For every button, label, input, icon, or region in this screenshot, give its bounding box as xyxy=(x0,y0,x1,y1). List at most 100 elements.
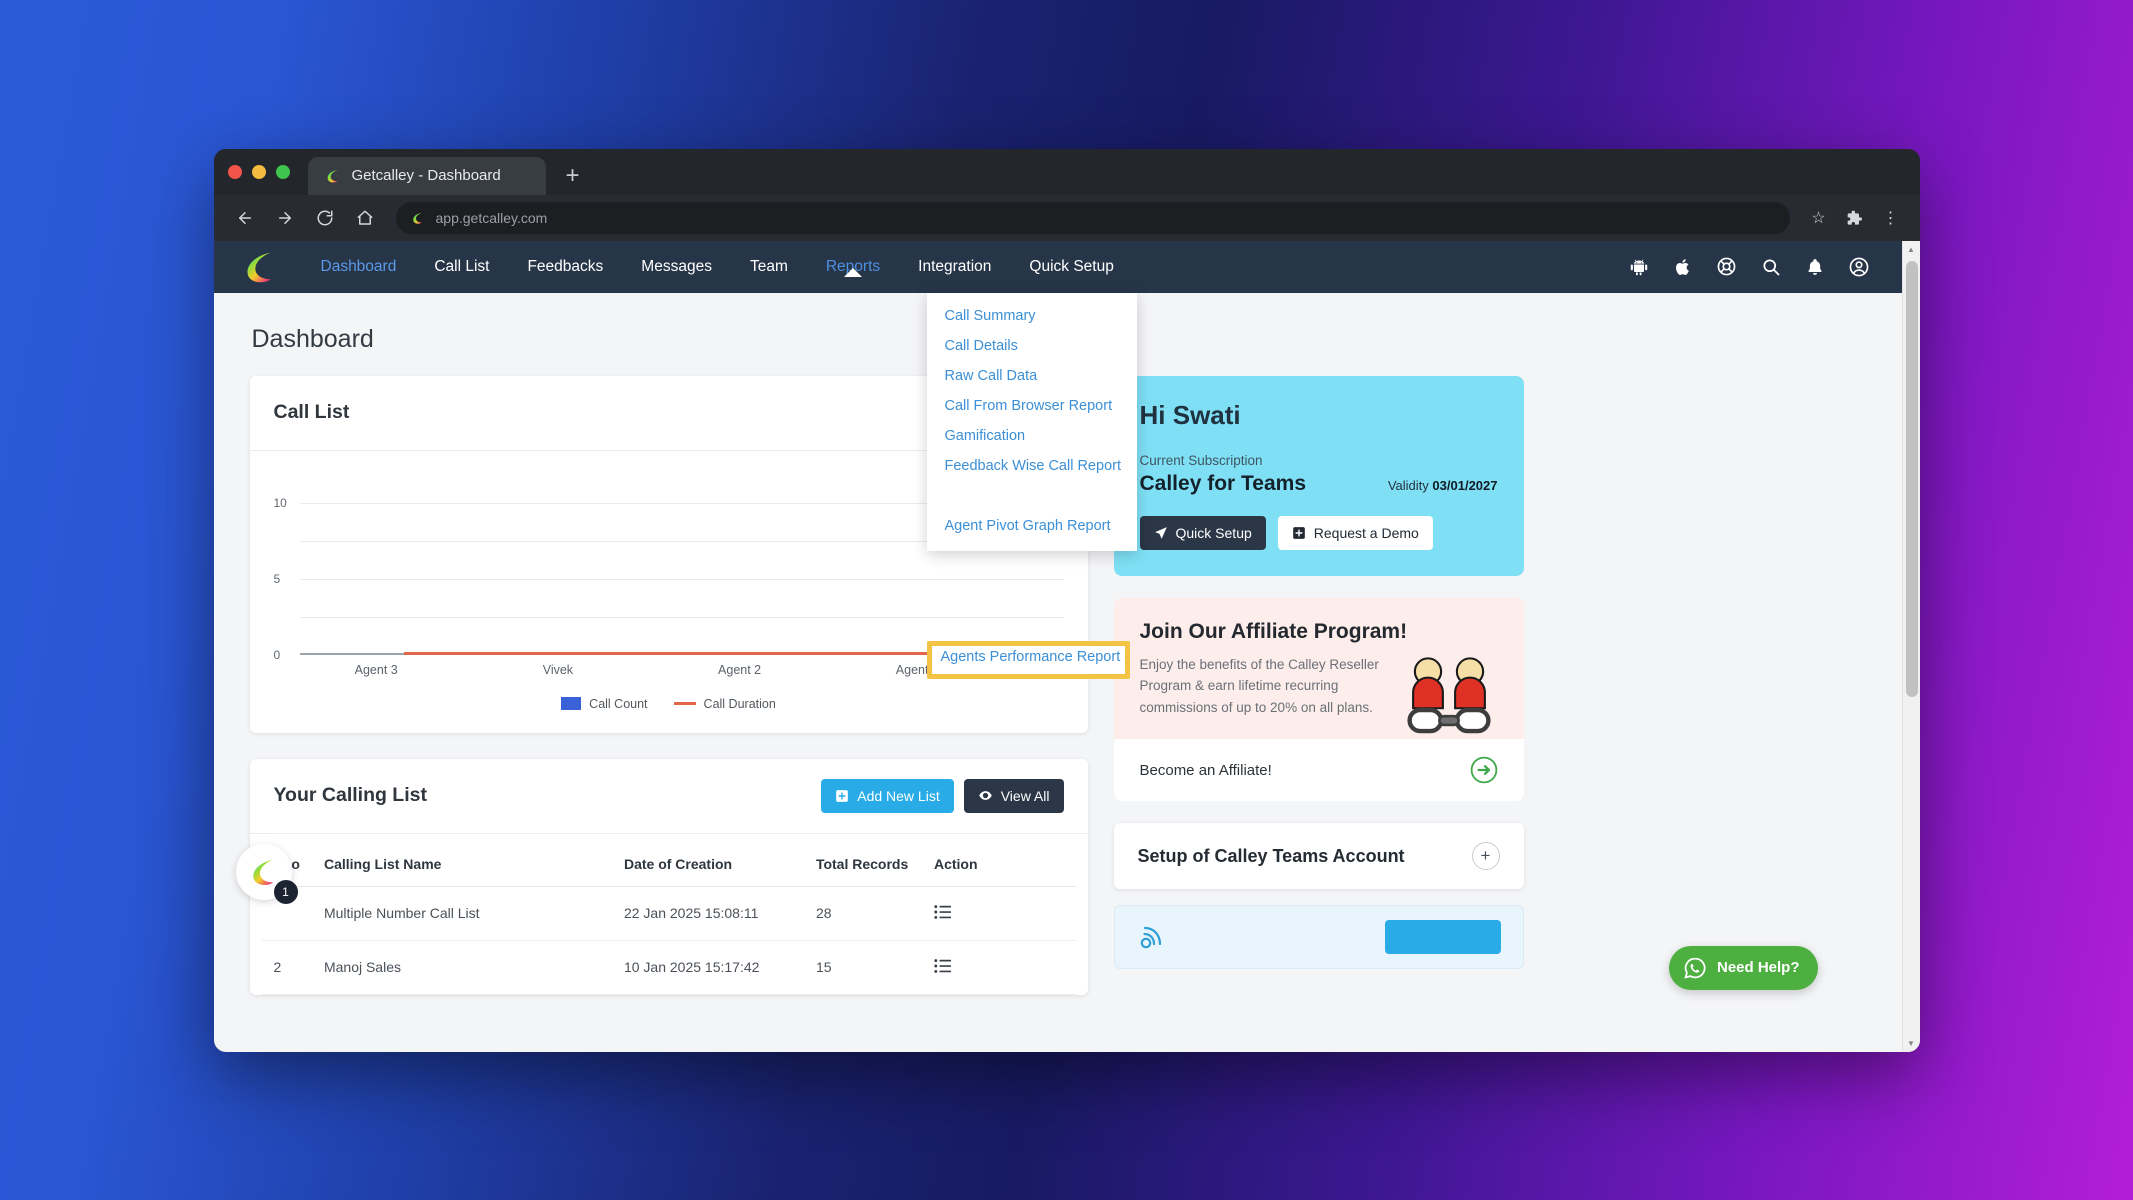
calling-list-title: Your Calling List xyxy=(273,784,427,806)
view-all-label: View All xyxy=(1000,787,1050,804)
broadcast-icon xyxy=(1140,926,1161,949)
apple-icon[interactable] xyxy=(1672,256,1694,278)
maximize-window-button[interactable] xyxy=(275,164,290,179)
validity: Validity 03/01/2027 xyxy=(1388,478,1498,493)
close-window-button[interactable] xyxy=(227,164,242,179)
page-scrollbar[interactable]: ▲ ▼ xyxy=(1901,240,1920,1052)
add-new-list-button[interactable]: Add New List xyxy=(821,778,954,813)
expand-plus-icon[interactable]: + xyxy=(1471,842,1500,871)
promo-card xyxy=(1113,905,1524,970)
affiliate-card: Join Our Affiliate Program! Enjoy the be… xyxy=(1113,597,1524,802)
web-page: Dashboard Call List Feedbacks Messages T… xyxy=(213,240,1902,1052)
dropdown-item-call-details[interactable]: Call Details xyxy=(927,331,1137,361)
affiliate-card-footer[interactable]: Become an Affiliate! xyxy=(1113,739,1524,802)
scroll-up-arrow[interactable]: ▲ xyxy=(1903,241,1920,258)
table-head: Sno Calling List Name Date of Creation T… xyxy=(261,841,1076,887)
nav-item-messages[interactable]: Messages xyxy=(622,258,731,276)
scroll-down-arrow[interactable]: ▼ xyxy=(1903,1035,1920,1052)
legend-label-call-count: Call Count xyxy=(589,696,648,711)
call-list-title: Call List xyxy=(273,401,350,423)
calley-floating-badge[interactable]: 1 xyxy=(235,843,298,904)
legend-item-call-duration[interactable]: Call Duration xyxy=(673,697,776,711)
forward-button[interactable] xyxy=(268,201,302,235)
list-menu-icon[interactable] xyxy=(934,904,952,920)
site-favicon xyxy=(412,212,422,224)
view-all-button[interactable]: View All xyxy=(963,778,1064,813)
table-row[interactable]: 2 Manoj Sales 10 Jan 2025 15:17:42 15 xyxy=(261,940,1076,995)
add-new-list-label: Add New List xyxy=(857,787,940,804)
table-body: 1 Multiple Number Call List 22 Jan 2025 … xyxy=(261,886,1076,995)
url-text: app.getcalley.com xyxy=(435,209,548,226)
y-axis-tick-0: 0 xyxy=(273,647,281,662)
list-menu-icon[interactable] xyxy=(934,958,952,974)
minimize-window-button[interactable] xyxy=(251,164,266,179)
whatsapp-icon xyxy=(1684,957,1706,979)
quick-setup-button[interactable]: Quick Setup xyxy=(1139,515,1266,550)
dropdown-item-feedback-wise-call-report[interactable]: Feedback Wise Call Report xyxy=(927,451,1137,481)
reload-button[interactable] xyxy=(308,201,342,235)
cell-date: 22 Jan 2025 15:08:11 xyxy=(611,886,804,941)
plan-row: Calley for Teams Validity 03/01/2027 xyxy=(1140,472,1498,496)
browser-tab-title: Getcalley - Dashboard xyxy=(351,167,501,184)
bell-icon[interactable] xyxy=(1804,256,1826,278)
dropdown-item-raw-call-data[interactable]: Raw Call Data xyxy=(927,361,1137,391)
browser-menu-icon[interactable]: ⋮ xyxy=(1876,203,1906,233)
request-demo-label: Request a Demo xyxy=(1313,524,1419,541)
greeting-buttons: Quick Setup Request a Demo xyxy=(1139,515,1498,550)
nav-item-reports[interactable]: Reports xyxy=(807,258,899,277)
nav-item-dashboard[interactable]: Dashboard xyxy=(302,258,416,276)
call-duration-series-line xyxy=(403,652,940,656)
account-icon[interactable] xyxy=(1848,256,1870,278)
send-icon xyxy=(1154,526,1167,539)
promo-button[interactable] xyxy=(1384,920,1501,955)
dropdown-item-call-summary[interactable]: Call Summary xyxy=(927,301,1137,331)
badge-count: 1 xyxy=(273,879,298,904)
nav-item-integration[interactable]: Integration xyxy=(899,258,1010,276)
dropdown-item-call-from-browser-report[interactable]: Call From Browser Report xyxy=(927,391,1137,421)
legend-item-call-count[interactable]: Call Count xyxy=(561,696,648,711)
table-row[interactable]: 1 Multiple Number Call List 22 Jan 2025 … xyxy=(261,886,1076,941)
eye-icon xyxy=(978,791,992,800)
support-icon[interactable] xyxy=(1716,256,1738,278)
scrollbar-thumb[interactable] xyxy=(1905,260,1918,697)
home-button[interactable] xyxy=(348,201,382,235)
setup-title: Setup of Calley Teams Account xyxy=(1137,845,1405,866)
dropdown-item-gamification[interactable]: Gamification xyxy=(927,421,1137,451)
app-navbar: Dashboard Call List Feedbacks Messages T… xyxy=(213,240,1902,293)
nav-item-call-list[interactable]: Call List xyxy=(415,258,508,276)
scroll-down-arrow-wrap: ▼ xyxy=(1903,1035,1920,1052)
validity-label: Validity xyxy=(1387,477,1429,493)
back-button[interactable] xyxy=(228,201,262,235)
legend-line-call-duration xyxy=(673,702,696,705)
nav-item-quick-setup[interactable]: Quick Setup xyxy=(1010,258,1132,276)
android-icon[interactable] xyxy=(1628,256,1650,278)
nav-item-team[interactable]: Team xyxy=(731,258,807,276)
cell-name: Manoj Sales xyxy=(311,940,612,995)
cell-action[interactable] xyxy=(921,886,1076,941)
setup-accordion[interactable]: Setup of Calley Teams Account + xyxy=(1113,823,1524,890)
window-controls xyxy=(227,149,308,195)
calley-logo[interactable] xyxy=(240,247,280,287)
greeting-card: Hi Swati Current Subscription Calley for… xyxy=(1113,375,1524,576)
extensions-icon[interactable] xyxy=(1840,203,1870,233)
affiliate-text: Enjoy the benefits of the Calley Reselle… xyxy=(1139,656,1379,716)
plus-square-icon xyxy=(1292,526,1305,539)
whatsapp-help-button[interactable]: Need Help? xyxy=(1668,945,1818,990)
nav-item-feedbacks[interactable]: Feedbacks xyxy=(508,258,622,276)
new-tab-button[interactable]: + xyxy=(546,157,600,195)
arrow-right-circle-icon[interactable] xyxy=(1470,756,1498,784)
cell-records: 15 xyxy=(803,940,922,995)
url-input[interactable]: app.getcalley.com xyxy=(395,201,1790,234)
dropdown-item-agent-pivot-graph-report[interactable]: Agent Pivot Graph Report xyxy=(927,511,1137,541)
cell-action[interactable] xyxy=(921,940,1076,995)
browser-tab[interactable]: Getcalley - Dashboard xyxy=(307,156,546,195)
request-demo-button[interactable]: Request a Demo xyxy=(1277,515,1433,550)
column-header-date: Date of Creation xyxy=(611,841,804,887)
highlighted-menu-item-label[interactable]: Agents Performance Report xyxy=(941,649,1121,665)
gridline-5 xyxy=(299,578,1064,580)
cell-date: 10 Jan 2025 15:17:42 xyxy=(611,940,804,995)
search-icon[interactable] xyxy=(1760,256,1782,278)
x-tick-agent-2: Agent 2 xyxy=(718,662,762,677)
bookmark-star-icon[interactable]: ☆ xyxy=(1804,203,1834,233)
calling-list-table-wrap: Sno Calling List Name Date of Creation T… xyxy=(250,834,1088,995)
